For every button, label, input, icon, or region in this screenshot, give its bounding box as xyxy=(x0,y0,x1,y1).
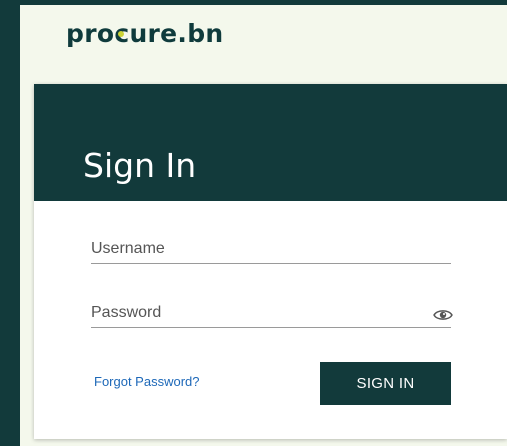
logo-text-start: pro xyxy=(66,19,115,48)
username-field xyxy=(91,236,451,264)
password-field xyxy=(91,300,453,328)
logo-text-c: c xyxy=(114,19,129,48)
login-card-header: Sign In xyxy=(34,84,507,201)
logo-text-end: ure.bn xyxy=(129,19,224,48)
forgot-password-link[interactable]: Forgot Password? xyxy=(94,374,200,389)
password-input[interactable] xyxy=(91,300,451,326)
login-card: Sign In Forgot Password? SIGN IN xyxy=(34,84,507,439)
eye-icon[interactable] xyxy=(433,308,453,322)
page-title: Sign In xyxy=(83,146,197,185)
brand-logo[interactable]: procure.bn xyxy=(66,19,224,48)
username-input[interactable] xyxy=(91,236,451,262)
page: procure.bn Sign In Forgot Password? SIGN… xyxy=(20,5,507,446)
sign-in-button[interactable]: SIGN IN xyxy=(320,362,451,405)
